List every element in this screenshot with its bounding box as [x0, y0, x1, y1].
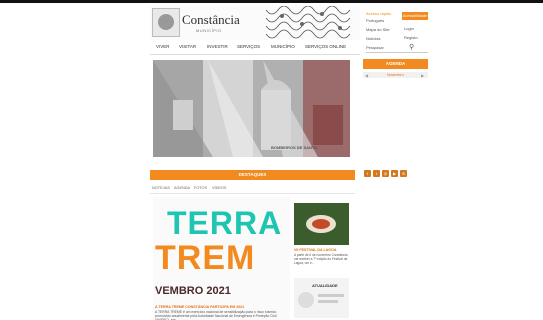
side-news-text: A partir de 6 de novembro Constância vai… [294, 253, 348, 265]
nav-item-servicos-online[interactable]: SERVIÇOS ONLINE [305, 44, 346, 49]
nav-item-visitar[interactable]: VISITAR [179, 44, 196, 49]
banner-image [153, 60, 350, 157]
highlights-tabs: NOTÍCIAS AGENDA FOTOS VÍDEOS [152, 186, 352, 192]
featured-headline-2: TREM [155, 239, 256, 277]
agenda-header[interactable]: AGENDA [363, 59, 428, 69]
language-link[interactable]: Português [366, 18, 384, 23]
search-underline [366, 52, 428, 53]
search-input[interactable]: Pesquisar [366, 45, 384, 50]
decorative-pattern [262, 6, 358, 40]
nav-item-viver[interactable]: VIVER [156, 44, 170, 49]
accessibility-button[interactable]: Acessibilidade [402, 12, 428, 20]
nav-item-servicos[interactable]: SERVIÇOS [237, 44, 260, 49]
tab-fotos[interactable]: FOTOS [194, 186, 207, 190]
youtube-icon[interactable]: ▶ [391, 170, 398, 177]
instagram-icon[interactable]: ◎ [382, 170, 389, 177]
highlights-header: DESTAQUES [150, 170, 355, 180]
agenda-prev-icon[interactable]: ◀ [365, 73, 368, 78]
featured-headline-1: TERRA [167, 205, 283, 241]
tab-videos[interactable]: VÍDEOS [212, 186, 226, 190]
side-news-image[interactable] [294, 203, 349, 245]
tab-noticias[interactable]: NOTÍCIAS [152, 186, 170, 190]
site-subtitle: MUNICÍPIO [196, 28, 222, 33]
tab-agenda[interactable]: AGENDA [174, 186, 190, 190]
featured-text: A TERRA TREME é um exercício nacional de… [155, 310, 277, 320]
side-news-2-caption: ATUALIDADE [312, 283, 338, 288]
quick-access-label: Acesso rápido [366, 11, 392, 16]
featured-caption[interactable]: A TERRA TREME CONSTÂNCIA PARTICIPA EM 20… [155, 305, 244, 309]
hero-banner[interactable]: BOMBEIROS DE SANTO [153, 60, 350, 157]
featured-news[interactable]: TERRA TREM VEMBRO 2021 A TERRA TREME CON… [153, 197, 290, 320]
featured-date: VEMBRO 2021 [155, 285, 231, 297]
sitemap-link[interactable]: Mapa do Site [366, 27, 390, 32]
agenda-next-icon[interactable]: ▶ [421, 73, 424, 78]
nav-item-municipio[interactable]: MUNICÍPIO [271, 44, 295, 49]
top-bar [0, 0, 543, 3]
main-navigation: VIVER VISITAR INVESTIR SERVIÇOS MUNICÍPI… [150, 42, 360, 55]
rss-icon[interactable]: ≋ [400, 170, 407, 177]
nav-item-investir[interactable]: INVESTIR [207, 44, 228, 49]
banner-sign-text: BOMBEIROS DE SANTO [271, 145, 318, 150]
login-link[interactable]: Login [404, 26, 414, 31]
municipality-emblem-icon[interactable] [152, 8, 180, 37]
facebook-icon[interactable]: f [364, 170, 371, 177]
tabs-divider [150, 193, 355, 194]
search-icon[interactable]: ⚲ [409, 43, 414, 51]
news-link[interactable]: Notícias [366, 36, 380, 41]
side-news-2[interactable]: ATUALIDADE [294, 278, 349, 318]
site-title[interactable]: Constância [182, 12, 240, 28]
side-news-caption[interactable]: VII FESTIVAL DA LAGOA [294, 248, 336, 252]
agenda-month: Novembro [387, 73, 404, 77]
register-link[interactable]: Registo [404, 35, 418, 40]
twitter-icon[interactable]: t [373, 170, 380, 177]
